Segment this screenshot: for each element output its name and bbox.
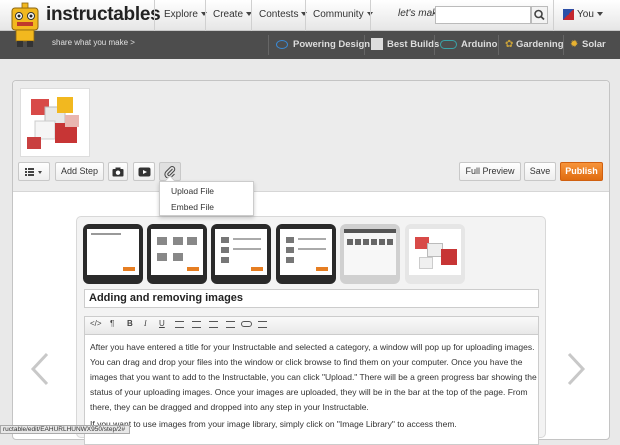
indent-icon[interactable] — [226, 321, 235, 328]
bullet-list-icon[interactable] — [175, 321, 184, 328]
image-thumbnail[interactable] — [340, 224, 400, 284]
thumbnail-screenshot — [215, 229, 267, 275]
nav-divider — [251, 0, 252, 31]
chevron-down-icon — [596, 12, 603, 17]
list-icon — [25, 168, 42, 176]
user-avatar[interactable] — [563, 9, 574, 20]
full-preview-button[interactable]: Full Preview — [459, 162, 521, 181]
align-icon[interactable] — [258, 321, 267, 328]
nav-contests[interactable]: Contests — [259, 9, 308, 20]
channel-divider — [364, 35, 365, 55]
nav-divider — [205, 0, 206, 31]
best-builds-icon — [371, 38, 383, 50]
underline-button[interactable]: U — [159, 319, 165, 328]
numbered-list-icon[interactable] — [192, 321, 201, 328]
paragraph-button[interactable]: ¶ — [110, 319, 114, 328]
search-input[interactable] — [435, 6, 531, 24]
outdent-icon[interactable] — [209, 321, 218, 328]
formatting-toolbar — [84, 316, 539, 335]
image-thumbnail[interactable] — [83, 224, 143, 284]
channel-powering-design[interactable]: Powering Design — [293, 39, 370, 50]
channel-arduino[interactable]: Arduino — [461, 39, 497, 50]
channel-best-builds[interactable]: Best Builds — [387, 39, 439, 50]
publish-button[interactable]: Publish — [560, 162, 603, 181]
nav-divider — [305, 0, 306, 31]
arduino-icon — [440, 40, 457, 49]
image-thumbnail[interactable] — [211, 224, 271, 284]
tagline-link[interactable]: share what you make > — [52, 38, 135, 47]
link-icon[interactable] — [241, 321, 252, 327]
thumbnail-screenshot — [151, 229, 203, 275]
nav-create[interactable]: Create — [213, 9, 253, 20]
browser-status-url: ructable/edit/EAHURLHUNWX950/step/2# — [0, 425, 130, 434]
previous-step-arrow-icon[interactable] — [30, 352, 50, 386]
step-paragraph: If you want to use images from your imag… — [90, 419, 457, 429]
nav-divider — [553, 0, 554, 31]
channel-solar[interactable]: Solar — [582, 39, 606, 50]
channel-divider — [563, 35, 564, 55]
camera-icon — [112, 167, 124, 177]
step-paragraph: After you have entered a title for your … — [90, 342, 537, 412]
upload-file-item[interactable]: Upload File — [171, 186, 214, 196]
cover-image-robots — [27, 97, 79, 149]
save-button[interactable]: Save — [524, 162, 556, 181]
italic-button[interactable]: I — [144, 319, 147, 328]
add-step-button[interactable]: Add Step — [55, 162, 104, 181]
channel-divider — [498, 35, 499, 55]
image-thumbnail[interactable] — [405, 224, 465, 284]
robot-mascot-logo[interactable] — [8, 2, 42, 48]
nav-community[interactable]: Community — [313, 9, 373, 20]
nav-divider — [154, 0, 155, 31]
channel-divider — [268, 35, 269, 55]
image-thumbnail[interactable] — [147, 224, 207, 284]
html-source-button[interactable]: </> — [90, 319, 102, 328]
thumbnail-robots — [409, 229, 461, 275]
list-view-button[interactable] — [18, 162, 50, 181]
gardening-icon: ✿ — [505, 39, 514, 50]
add-photo-button[interactable] — [108, 162, 128, 181]
powering-design-icon — [276, 40, 288, 49]
solar-icon: ✹ — [570, 39, 579, 50]
chevron-down-icon — [200, 12, 207, 17]
thumbnail-screenshot — [280, 229, 332, 275]
next-step-arrow-icon[interactable] — [566, 352, 586, 386]
bold-button[interactable]: B — [127, 319, 133, 328]
site-logo-text[interactable]: instructables — [46, 4, 161, 26]
channel-divider — [434, 35, 435, 55]
thumbnail-screenshot — [87, 229, 139, 275]
user-menu[interactable]: You — [577, 9, 603, 20]
embed-file-item[interactable]: Embed File — [171, 202, 214, 212]
add-video-button[interactable] — [133, 162, 155, 181]
nav-explore[interactable]: Explore — [164, 9, 207, 20]
step-title-input[interactable]: Adding and removing images — [84, 289, 539, 308]
video-icon — [138, 167, 150, 177]
image-thumbnail[interactable] — [276, 224, 336, 284]
search-icon — [534, 9, 545, 21]
channel-gardening[interactable]: Gardening — [516, 39, 564, 50]
thumbnail-screenshot — [344, 229, 396, 275]
search-button[interactable] — [531, 6, 548, 24]
nav-divider — [370, 0, 371, 31]
cover-image[interactable] — [20, 88, 90, 157]
